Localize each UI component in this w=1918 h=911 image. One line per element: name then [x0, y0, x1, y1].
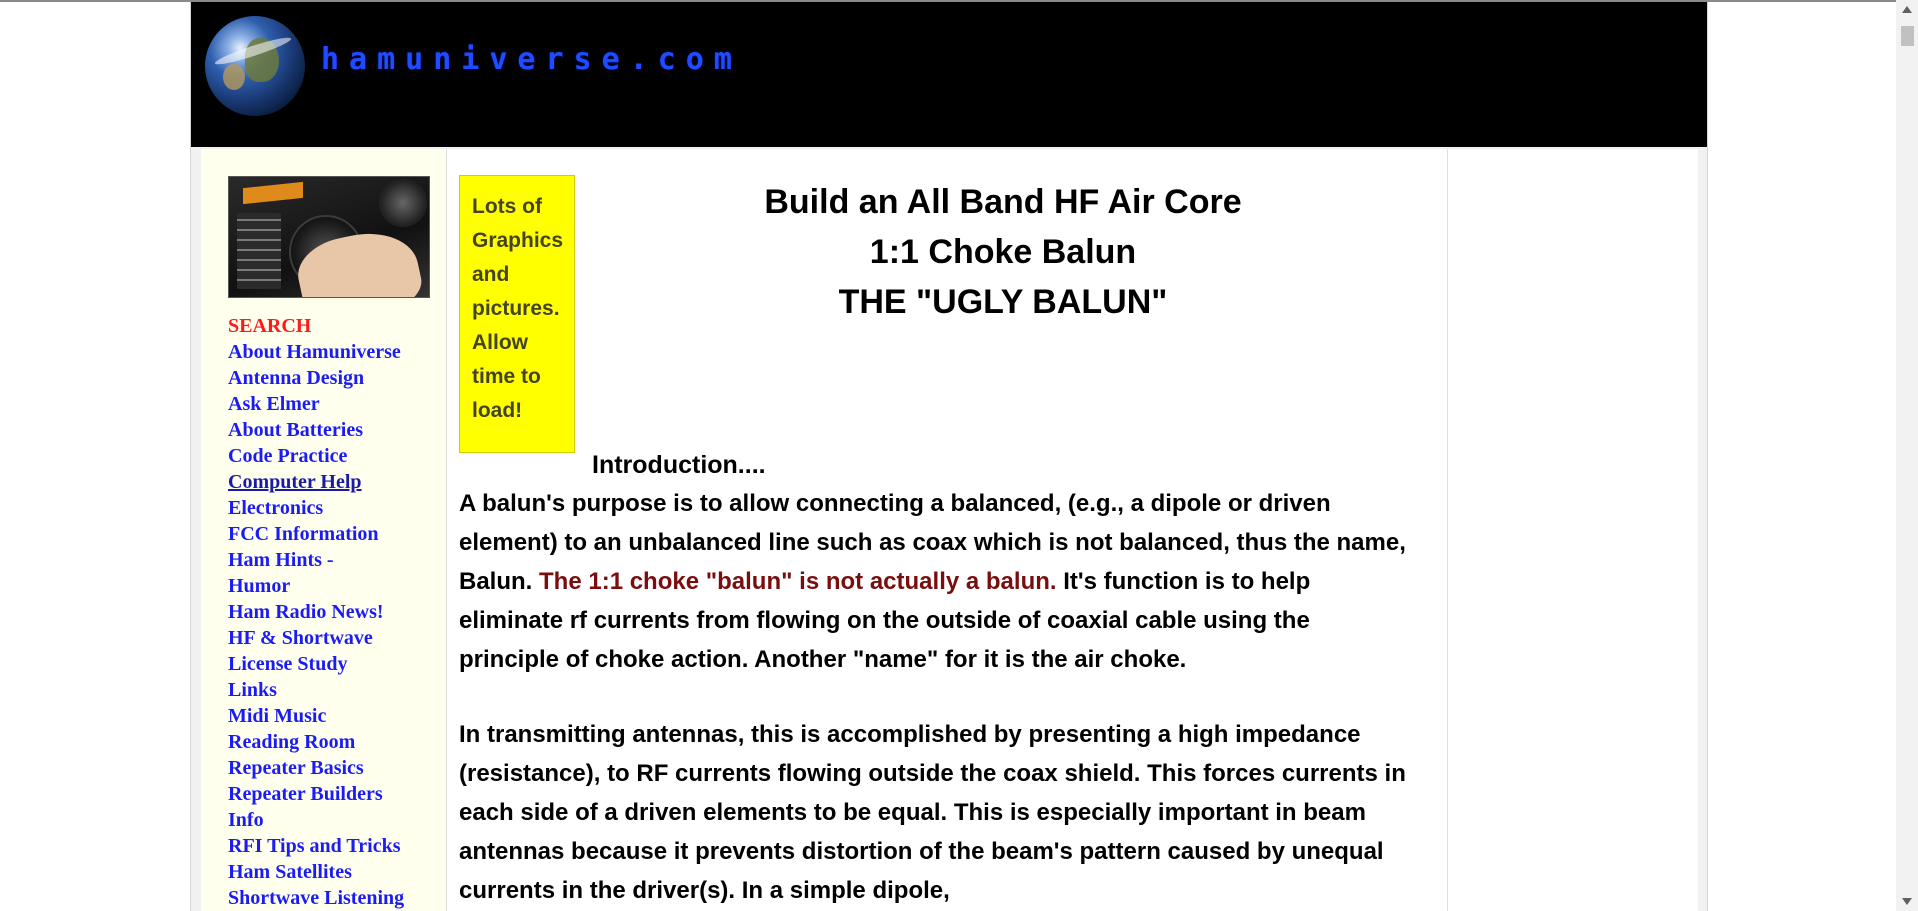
main-content: Lots of Graphics and pictures. Allow tim… [447, 149, 1447, 911]
load-notice: Lots of Graphics and pictures. Allow tim… [459, 175, 575, 453]
title-line-1: Build an All Band HF Air Core [764, 183, 1242, 221]
globe-icon[interactable] [205, 16, 305, 116]
scroll-down-arrow-icon[interactable] [1902, 898, 1912, 905]
radio-dial-photo [228, 176, 430, 298]
sidebar-item-ham-hints[interactable]: Ham Hints - [228, 547, 443, 573]
sidebar-item-shortwave-listening[interactable]: Shortwave Listening [228, 885, 443, 911]
sidebar-item-ask-elmer[interactable]: Ask Elmer [228, 391, 443, 417]
site-banner: hamuniverse.com [191, 2, 1707, 147]
sidebar-item-about-batteries[interactable]: About Batteries [228, 417, 443, 443]
sidebar-nav: SEARCH About Hamuniverse Antenna Design … [228, 313, 443, 911]
sidebar-item-code-practice[interactable]: Code Practice [228, 443, 443, 469]
intro-heading: Introduction.... [592, 451, 766, 479]
sidebar-item-ham-satellites[interactable]: Ham Satellites [228, 859, 443, 885]
page-container: hamuniverse.com SEARCH About Hamuniverse… [190, 2, 1708, 911]
sidebar-item-repeater-basics[interactable]: Repeater Basics [228, 755, 443, 781]
sidebar-item-fcc-information[interactable]: FCC Information [228, 521, 443, 547]
title-line-3: THE "UGLY BALUN" [838, 283, 1168, 321]
sidebar-item-ham-radio-news[interactable]: Ham Radio News! [228, 599, 443, 625]
sidebar-item-rfi-tips[interactable]: RFI Tips and Tricks [228, 833, 443, 859]
intro-paragraph: A balun's purpose is to allow connecting… [459, 484, 1414, 679]
sidebar-item-about-hamuniverse[interactable]: About Hamuniverse [228, 339, 443, 365]
sidebar-item-links[interactable]: Links [228, 677, 443, 703]
sidebar-item-electronics[interactable]: Electronics [228, 495, 443, 521]
sidebar-item-license-study[interactable]: License Study [228, 651, 443, 677]
sidebar-item-hf-shortwave[interactable]: HF & Shortwave [228, 625, 443, 651]
site-title-logo[interactable]: hamuniverse.com [321, 42, 742, 77]
sidebar-item-midi-music[interactable]: Midi Music [228, 703, 443, 729]
sidebar-item-antenna-design[interactable]: Antenna Design [228, 365, 443, 391]
sidebar-item-search[interactable]: SEARCH [228, 313, 443, 339]
sidebar-item-repeater-builders[interactable]: Repeater Builders [228, 781, 443, 807]
sidebar-item-computer-help[interactable]: Computer Help [228, 469, 443, 495]
transmitting-paragraph: In transmitting antennas, this is accomp… [459, 721, 1406, 904]
intro-emphasis: The 1:1 choke "balun" is not actually a … [539, 568, 1057, 595]
sidebar-item-humor[interactable]: Humor [228, 573, 443, 599]
vertical-scrollbar[interactable] [1896, 0, 1918, 911]
sidebar-item-repeater-builders-info[interactable]: Info [228, 807, 443, 833]
scroll-up-arrow-icon[interactable] [1902, 6, 1912, 13]
sidebar-item-reading-room[interactable]: Reading Room [228, 729, 443, 755]
page-title: Build an All Band HF Air Core 1:1 Choke … [593, 177, 1413, 327]
sidebar: SEARCH About Hamuniverse Antenna Design … [201, 149, 447, 911]
right-column [1447, 149, 1698, 911]
scroll-thumb[interactable] [1901, 26, 1914, 46]
title-line-2: 1:1 Choke Balun [869, 233, 1137, 271]
